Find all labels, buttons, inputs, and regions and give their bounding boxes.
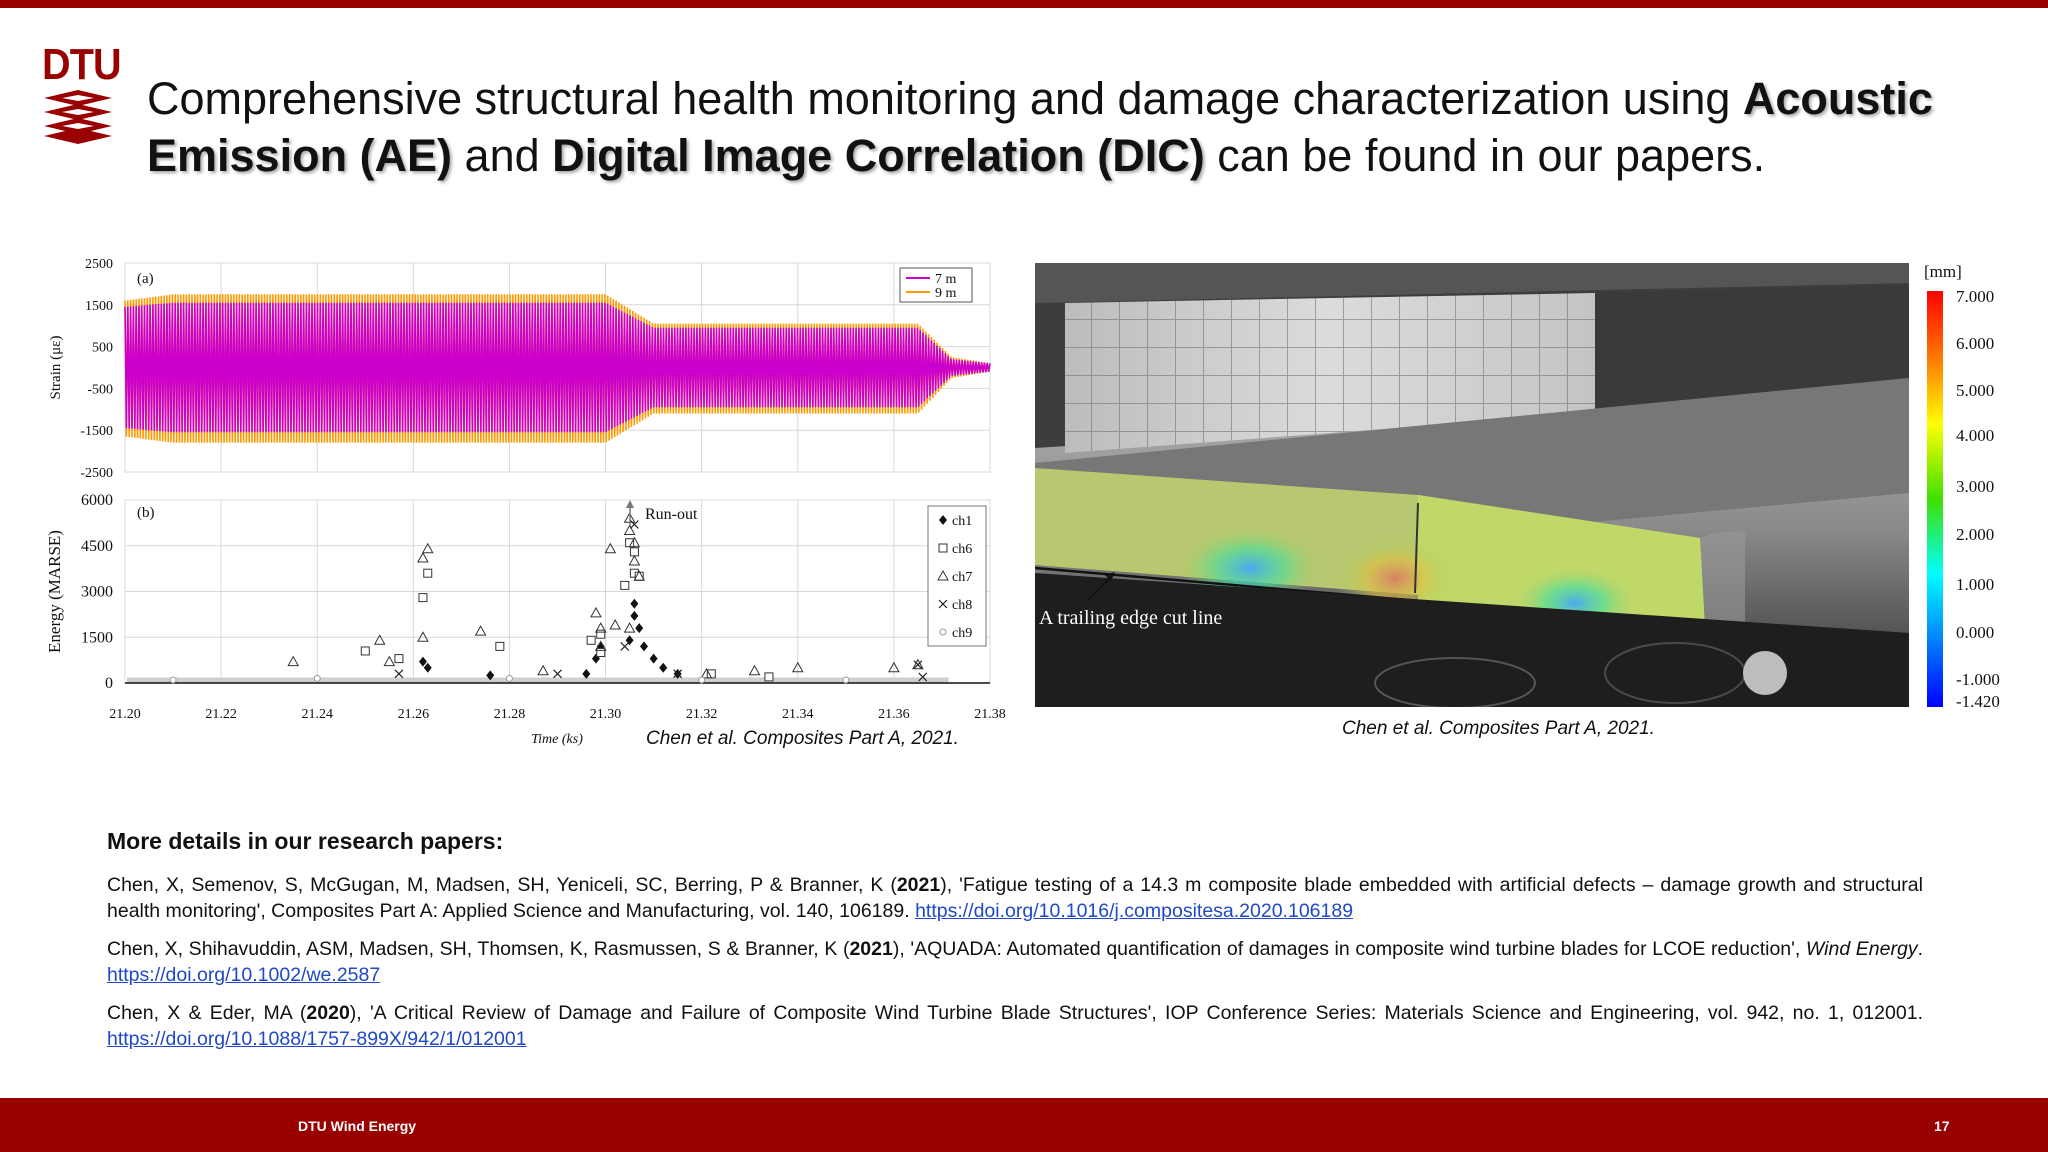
top-accent-bar <box>0 0 2048 8</box>
scale-tick-label: 2.000 <box>1956 525 1994 544</box>
ref2-authors: Chen, X, Shihavuddin, ASM, Madsen, SH, T… <box>107 938 850 960</box>
panel-a-ytick: 500 <box>92 341 113 356</box>
legend-label-ch6: ch6 <box>952 542 972 557</box>
scatter-point-ch9 <box>505 674 513 682</box>
ref2-journal: Wind Energy <box>1805 938 1918 960</box>
panel-a-ytick: -500 <box>87 382 113 397</box>
panel-b-ytick: 4500 <box>81 538 113 555</box>
ref3-doi-link[interactable]: https://doi.org/10.1088/1757-899X/942/1/… <box>107 1028 527 1050</box>
scatter-point-ch6 <box>764 672 774 682</box>
scatter-point-ch6 <box>629 547 639 557</box>
panel-b-xlabel: Time (ks) <box>531 732 583 747</box>
runout-annotation: Run-out <box>645 506 698 523</box>
scatter-point-ch6 <box>596 629 606 639</box>
panel-a-ytick: 2500 <box>85 257 113 272</box>
reference-3: Chen, X & Eder, MA (2020), 'A Critical R… <box>107 1000 1923 1052</box>
headline-text-1: Comprehensive structural health monitori… <box>147 73 1743 124</box>
scatter-point-ch6 <box>423 568 433 578</box>
ref2-details: ), 'AQUADA: Automated quantification of … <box>892 938 1806 960</box>
panel-a-ytick: -2500 <box>80 466 113 481</box>
panel-b-label: (b) <box>137 505 155 521</box>
panel-b-xtick: 21.22 <box>205 707 237 722</box>
panel-b-xtick: 21.36 <box>878 707 910 722</box>
ref2-year: 2021 <box>849 938 893 960</box>
panel-b-baseline-band <box>127 677 949 683</box>
scatter-point-ch6 <box>596 648 606 657</box>
scale-tick-label: 6.000 <box>1956 334 1994 353</box>
scatter-point-ch6 <box>360 646 370 656</box>
footer-department: DTU Wind Energy <box>298 1118 417 1134</box>
dic-cut-line-annotation: A trailing edge cut line <box>1039 607 1222 629</box>
scale-tick-label: -1.420 <box>1956 692 2000 711</box>
panel-b-xtick: 21.32 <box>686 707 718 722</box>
scatter-point-ch9 <box>313 674 321 682</box>
headline-text-3: can be found in our papers. <box>1204 130 1766 181</box>
scale-unit-label: [mm] <box>1924 262 1962 281</box>
credit-right: Chen et al. Composites Part A, 2021. <box>1342 718 1655 739</box>
legend-label-9m: 9 m <box>935 286 957 301</box>
chart-svg: 2500 1500 500 -500 -1500 -2500 (a) Strain (με) 7… <box>45 257 1006 747</box>
slide-headline: Comprehensive structural health monitori… <box>147 70 2027 184</box>
legend-label-ch8: ch8 <box>952 598 972 613</box>
panel-b-ytick: 1500 <box>81 629 113 646</box>
references-title: More details in our research papers: <box>107 828 504 854</box>
ref3-details: ), 'A Critical Review of Damage and Fail… <box>349 1002 1923 1024</box>
legend-marker-ch9 <box>939 628 947 636</box>
panel-a-ytick: 1500 <box>85 299 113 314</box>
dic-color-scale: [mm] 7.000 6.000 5.000 4.000 3.000 2.000 1.000… <box>1920 255 2040 715</box>
scale-tick-label: 5.000 <box>1956 381 1994 400</box>
panel-a-label: (a) <box>137 271 154 287</box>
panel-b-xtick: 21.26 <box>398 707 430 722</box>
panel-b-xtick: 21.34 <box>782 707 814 722</box>
legend-label-ch9: ch9 <box>952 626 972 641</box>
ref1-doi-link[interactable]: https://doi.org/10.1016/j.compositesa.20… <box>915 900 1353 922</box>
ae-strain-energy-chart: 2500 1500 500 -500 -1500 -2500 (a) Strain (με) 7… <box>40 250 1010 760</box>
scale-tick-label: 1.000 <box>1956 575 1994 594</box>
reference-1: Chen, X, Semenov, S, McGugan, M, Madsen,… <box>107 872 1923 924</box>
scale-tick-label: 0.000 <box>1956 623 1994 642</box>
reference-2: Chen, X, Shihavuddin, ASM, Madsen, SH, T… <box>107 936 1923 988</box>
ref2-doi-link[interactable]: https://doi.org/10.1002/we.2587 <box>107 964 380 986</box>
panel-a-ytick: -1500 <box>80 424 113 439</box>
scatter-point-ch6 <box>418 593 428 603</box>
headline-bold-dic: Digital Image Correlation (DIC) <box>552 130 1205 181</box>
legend-label-ch7: ch7 <box>952 570 972 585</box>
legend-label-ch1: ch1 <box>952 514 972 529</box>
panel-b-xtick: 21.20 <box>109 707 141 722</box>
scale-tick-label: -1.000 <box>1956 670 2000 689</box>
panel-b-xtick: 21.24 <box>301 707 333 722</box>
legend-marker-ch6 <box>938 543 948 553</box>
panel-b-ytick: 0 <box>105 675 113 692</box>
legend-label-7m: 7 m <box>935 272 957 287</box>
credit-left: Chen et al. Composites Part A, 2021. <box>646 728 959 749</box>
dic-strain-field-photo: A trailing edge cut line <box>1035 263 1909 707</box>
ref1-authors: Chen, X, Semenov, S, McGugan, M, Madsen,… <box>107 874 897 896</box>
panel-a-ylabel: Strain (με) <box>48 336 64 400</box>
panel-b-ytick: 3000 <box>81 584 113 601</box>
panel-b-ylabel: Energy (MARSE) <box>45 530 64 653</box>
ref3-authors: Chen, X & Eder, MA ( <box>107 1002 307 1024</box>
ref2-separator: . <box>1917 938 1923 960</box>
scale-tick-label: 3.000 <box>1956 477 1994 496</box>
logo-wave-icon <box>44 90 112 144</box>
ref1-year: 2021 <box>896 874 941 896</box>
scatter-point-ch6 <box>495 641 505 651</box>
scatter-point-ch6 <box>586 635 596 645</box>
panel-b-xtick: 21.38 <box>974 707 1006 722</box>
scatter-point-ch6 <box>394 654 404 664</box>
ref3-year: 2020 <box>306 1002 350 1024</box>
panel-b-xtick: 21.30 <box>590 707 622 722</box>
panel-b-ytick: 6000 <box>81 492 113 509</box>
scatter-point-ch6 <box>620 580 630 590</box>
scatter-point-ch9 <box>169 676 177 684</box>
page-number: 17 <box>1934 1118 1950 1134</box>
headline-text-2: and <box>452 130 553 181</box>
panel-b-xtick: 21.28 <box>494 707 526 722</box>
scatter-point-ch9 <box>698 676 706 684</box>
scale-tick-label: 7.000 <box>1956 287 1994 306</box>
scatter-point-ch9 <box>842 676 850 684</box>
dtu-logo: DTU <box>40 40 122 150</box>
scale-tick-label: 4.000 <box>1956 426 1994 445</box>
